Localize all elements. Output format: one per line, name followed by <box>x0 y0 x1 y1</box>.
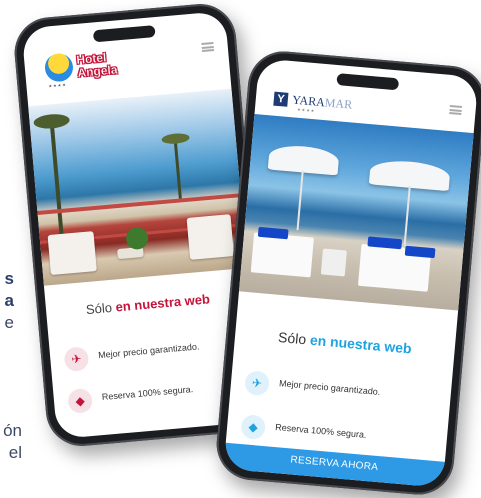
feature-label: Reserva 100% segura. <box>101 384 194 403</box>
hotel-terrace-photo <box>28 88 248 286</box>
feature-label: Mejor precio garantizado. <box>97 341 200 361</box>
menu-icon[interactable] <box>449 104 462 116</box>
feature-best-price: ✈ Mejor precio garantizado. <box>244 368 442 415</box>
phone-mockup-yaramar: Y YARAMAR ★★★★ Sólo en nuestra web ✈ Mej… <box>213 48 481 498</box>
plane-ticket-icon: ✈ <box>244 370 271 397</box>
tagline-highlight: en nuestra web <box>114 291 211 315</box>
cropped-text-4: ón <box>3 421 22 440</box>
feature-best-price: ✈ Mejor precio garantizado. <box>63 331 245 377</box>
phone-screen: Y YARAMAR ★★★★ Sólo en nuestra web ✈ Mej… <box>223 58 479 488</box>
cropped-text-3: e <box>4 313 14 332</box>
cropped-text-2: a <box>4 291 14 310</box>
sun-logo-icon <box>43 52 75 83</box>
logo-stars: ★★★★ <box>48 81 68 89</box>
tagline-prefix: Sólo <box>85 299 113 318</box>
cropped-text-1: s <box>4 269 14 288</box>
shield-tag-icon: ◆ <box>240 414 267 441</box>
feature-label: Reserva 100% segura. <box>274 422 367 440</box>
phone-notch <box>336 73 400 91</box>
phone-notch <box>92 25 156 43</box>
tagline-highlight: en nuestra web <box>309 331 413 357</box>
feature-label: Mejor precio garantizado. <box>278 378 381 397</box>
shield-tag-icon: ◆ <box>67 387 94 414</box>
y-logo-icon: Y <box>273 91 289 107</box>
exclusive-web-tagline: Sólo en nuestra web <box>46 288 251 321</box>
menu-icon[interactable] <box>201 42 215 53</box>
logo-name-line2: Angela <box>76 62 118 80</box>
tagline-prefix: Sólo <box>277 328 307 348</box>
plane-ticket-icon: ✈ <box>63 346 90 373</box>
yaramar-logo[interactable]: Y YARAMAR ★★★★ <box>273 90 353 115</box>
pool-terrace-photo <box>238 113 474 311</box>
exclusive-web-tagline: Sólo en nuestra web <box>235 325 456 360</box>
hotel-angela-logo[interactable]: Hotel Angela ★★★★ <box>40 44 153 93</box>
cropped-text-5: el <box>8 443 22 462</box>
logo-stars: ★★★★ <box>296 106 316 114</box>
